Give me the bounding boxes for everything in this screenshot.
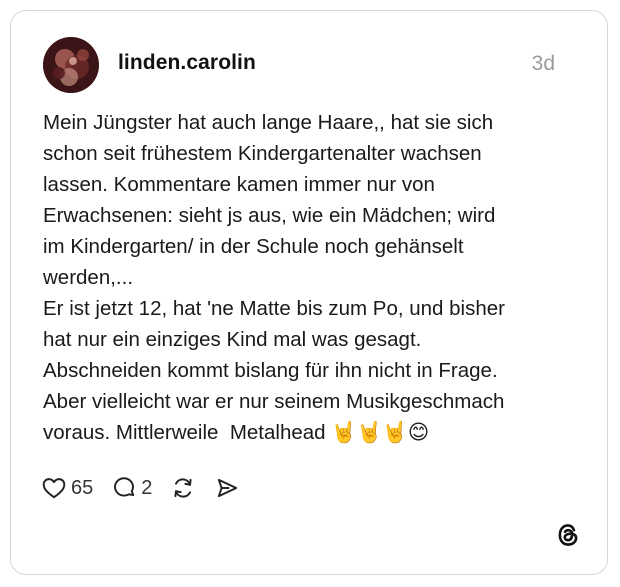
post-text: Mein Jüngster hat auch lange Haare,, hat… [43, 111, 505, 444]
avatar[interactable] [43, 37, 99, 93]
send-icon [214, 475, 240, 501]
reply-button[interactable]: 2 [111, 475, 152, 501]
post-card: linden.carolin 3d Mein Jüngster hat auch… [10, 10, 608, 575]
speech-bubble-icon [111, 475, 137, 501]
reply-count: 2 [141, 476, 153, 499]
action-bar: 65 2 [41, 473, 258, 503]
post-timestamp: 3d [531, 52, 555, 75]
like-button[interactable]: 65 [41, 475, 93, 501]
repost-icon [170, 475, 196, 501]
like-count: 65 [71, 476, 94, 499]
threads-logo-icon [555, 522, 581, 548]
share-button[interactable] [214, 475, 240, 501]
heart-icon [41, 475, 67, 501]
repost-button[interactable] [170, 475, 196, 501]
username[interactable]: linden.carolin [118, 51, 256, 75]
